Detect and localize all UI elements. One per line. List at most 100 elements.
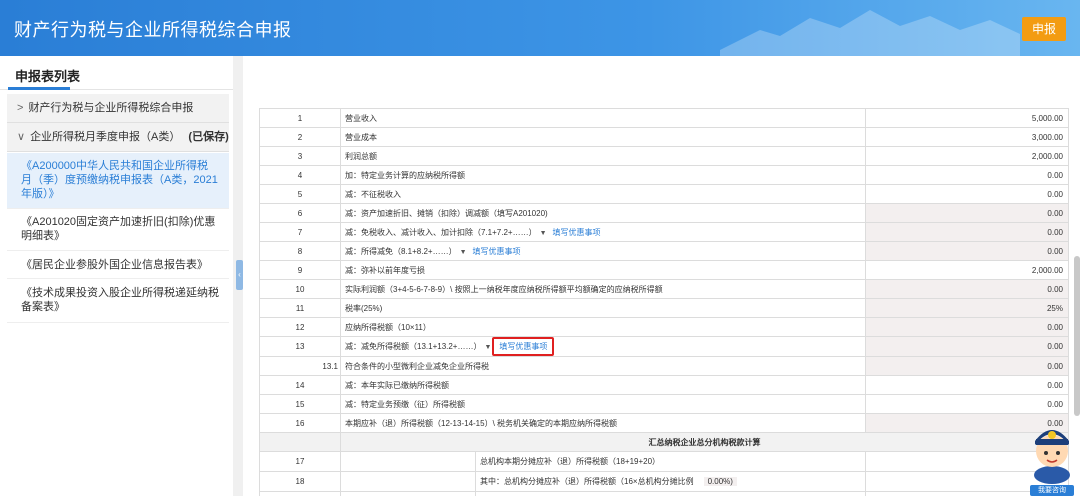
row-number: 15 [259,394,341,414]
row-item-label: 减：减免所得税额（13.1+13.2+……） [345,342,482,351]
row-item: 减：弥补以前年度亏损 [340,260,866,280]
sub-group-cell [342,452,476,471]
row-number: 13 [259,336,341,357]
row-item: 利润总额 [340,146,866,166]
row-value[interactable]: 5,000.00 [865,108,1069,128]
sidebar-item-tech-investment[interactable]: 《技术成果投资入股企业所得税递延纳税备案表》 [7,279,229,323]
table-row: 12 应纳所得税额（10×11） 0.00 [259,317,1069,337]
row-value[interactable]: 0.00 [865,184,1069,204]
row-value[interactable]: 0.00 [865,165,1069,185]
table-row: 13 减：减免所得税额（13.1+13.2+……） ▼ 填写优惠事项 0.00 [259,336,1069,357]
sidebar-item-a200000[interactable]: 《A200000中华人民共和国企业所得税月（季）度预缴纳税申报表（A类，2021… [7,153,229,209]
chevron-down-icon[interactable]: ▼ [540,230,547,237]
row-item-label: 减：免税收入、减计收入、加计扣除（7.1+7.2+……） [345,227,537,237]
section-title: 汇总纳税企业总分机构税款计算 [340,432,1069,452]
row-item: 其中：总机构分摊应补（退）所得税额（16×总机构分摊比例 0.00%) [340,471,866,492]
row-number: 2 [259,127,341,147]
row-value[interactable]: 0.00 [865,336,1069,357]
row-value[interactable]: 25% [865,298,1069,318]
row-item-label: 减：不征税收入 [345,189,401,199]
sidebar-title: 申报表列表 [0,56,233,90]
row-number: 12 [259,317,341,337]
table-row: 3 利润总额 2,000.00 [259,146,1069,166]
chevron-down-icon: ∨ [17,131,26,143]
app-header: 财产行为税与企业所得税综合申报 申报 [0,0,1080,56]
chevron-down-icon[interactable]: ▼ [460,249,467,256]
assistant-mascot-icon [1034,430,1070,484]
section-blank [259,432,341,452]
row-number: 10 [259,279,341,299]
fill-preference-link[interactable]: 填写优惠事项 [473,247,521,256]
table-row: 4 加：特定业务计算的应纳税所得额 0.00 [259,165,1069,185]
row-item-label: 税率(25%) [345,303,383,313]
row-item-label: 加：特定业务计算的应纳税所得额 [345,170,465,180]
row-number: 9 [259,260,341,280]
chevron-right-icon: > [17,102,24,114]
table-row: 2 营业成本 3,000.00 [259,127,1069,147]
row-number: 13.1 [259,356,341,376]
row-item: 减：免税收入、减计收入、加计扣除（7.1+7.2+……） ▼ 填写优惠事项 [340,222,866,242]
row-number: 4 [259,165,341,185]
saved-status: (已保存) [188,131,229,143]
row-number: 18 [259,471,341,492]
sidebar-group-property-tax[interactable]: > 财产行为税与企业所得税综合申报 [7,94,229,123]
assistant-widget[interactable]: 我要咨询 [1030,415,1074,496]
row-item-label: 实际利润额（3+4-5-6-7-8-9）\ 按照上一纳税年度应纳税所得额平均额确… [345,284,663,294]
fill-preference-link[interactable]: 填写优惠事项 [492,337,555,356]
collapse-sidebar-icon[interactable]: ‹ [236,260,243,290]
row-value[interactable]: 0.00 [865,375,1069,395]
table-row: 5 减：不征税收入 0.00 [259,184,1069,204]
chevron-down-icon[interactable]: ▼ [484,344,491,351]
sidebar-item-foreign-info[interactable]: 《居民企业参股外国企业信息报告表》 [7,251,229,279]
row-item-label: 营业成本 [345,132,377,142]
row-value[interactable]: 0.00 [865,241,1069,261]
fill-preference-link[interactable]: 填写优惠事项 [553,228,601,237]
table-row: 1 营业收入 5,000.00 [259,108,1069,128]
row-item-label: 减：资产加速折旧、摊销（扣除）调减额（填写A201020) [345,208,548,218]
row-item-label: 总机构本期分摊应补（退）所得税额（18+19+20） [480,457,661,466]
declare-button[interactable]: 申报 [1022,17,1066,41]
row-item: 减：不征税收入 [340,184,866,204]
row-item: 减：本年实际已缴纳所得税额 [340,375,866,395]
row-number: 8 [259,241,341,261]
scrollbar[interactable] [1074,256,1080,416]
ratio-value[interactable]: 0.00%) [703,477,737,486]
row-item: 总机构财政集中分配应补（退）所得税额（16×财政集中分配比例0.00%) [340,491,866,496]
row-number: 17 [259,451,341,472]
sub-group-label: 总机构 [342,492,476,496]
sidebar-title-underline [8,87,70,90]
row-value[interactable]: 0.00 [865,317,1069,337]
row-item: 减：减免所得税额（13.1+13.2+……） ▼ 填写优惠事项 [340,336,866,357]
table-row: 19总机构财政集中分配应补（退）所得税额（16×财政集中分配比例0.00%) [259,491,1069,496]
row-value[interactable]: 0.00 [865,203,1069,223]
page-title: 财产行为税与企业所得税综合申报 [14,20,292,40]
row-value[interactable]: 0.00 [865,222,1069,242]
row-item-label: 利润总额 [345,151,377,161]
row-value[interactable]: 2,000.00 [865,260,1069,280]
row-number: 11 [259,298,341,318]
table-row: 9 减：弥补以前年度亏损 2,000.00 [259,260,1069,280]
row-value[interactable]: 3,000.00 [865,127,1069,147]
row-item: 加：特定业务计算的应纳税所得额 [340,165,866,185]
row-item: 减：资产加速折旧、摊销（扣除）调减额（填写A201020) [340,203,866,223]
table-row: 10 实际利润额（3+4-5-6-7-8-9）\ 按照上一纳税年度应纳税所得额平均… [259,279,1069,299]
row-number: 7 [259,222,341,242]
table-row: 14 减：本年实际已缴纳所得税额 0.00 [259,375,1069,395]
row-number: 3 [259,146,341,166]
sidebar-item-a201020[interactable]: 《A201020固定资产加速折旧(扣除)优惠明细表》 [7,209,229,251]
row-item-label: 减：所得减免（8.1+8.2+……） [345,246,457,256]
row-value[interactable]: 0.00 [865,356,1069,376]
row-value[interactable]: 0.00 [865,394,1069,414]
row-item-label: 减：弥补以前年度亏损 [345,265,425,275]
sidebar-group-income-tax[interactable]: ∨ 企业所得税月季度申报（A类） (已保存) [7,123,229,152]
row-value[interactable]: 2,000.00 [865,146,1069,166]
table-row: 18 其中：总机构分摊应补（退）所得税额（16×总机构分摊比例 0.00%) [259,471,1069,492]
table-row: 6 减：资产加速折旧、摊销（扣除）调减额（填写A201020) 0.00 [259,203,1069,223]
sub-group-cell [342,472,476,491]
table-row: 15 减：特定业务预缴（征）所得税额 0.00 [259,394,1069,414]
row-item: 营业收入 [340,108,866,128]
row-number: 19 [259,491,341,496]
section-row: 汇总纳税企业总分机构税款计算 [259,432,1069,452]
row-item: 实际利润额（3+4-5-6-7-8-9）\ 按照上一纳税年度应纳税所得额平均额确… [340,279,866,299]
row-value[interactable]: 0.00 [865,279,1069,299]
